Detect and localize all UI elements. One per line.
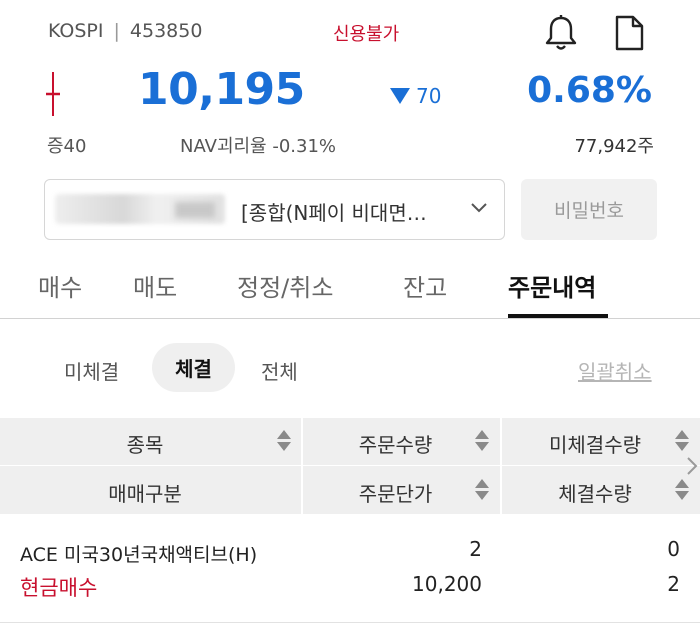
order-qty: 2 xyxy=(469,537,482,561)
tab-modify-cancel[interactable]: 정정/취소 xyxy=(237,268,333,303)
nav-deviation: NAV괴리율 -0.31% xyxy=(180,136,337,157)
sort-icon[interactable] xyxy=(475,430,489,454)
trade-type: 현금매수 xyxy=(20,576,98,600)
col-header-trade-type[interactable]: 매매구분 xyxy=(0,478,290,507)
table-header: 종목 주문수량 미체결수량 매매구분 주문단가 체결수량 xyxy=(0,418,700,514)
tab-sell[interactable]: 매도 xyxy=(133,268,177,303)
trade-volume: 77,942주 xyxy=(574,136,654,157)
header-row-divider xyxy=(0,465,700,466)
col-header-filled-qty[interactable]: 체결수량 xyxy=(502,478,688,507)
market-label: KOSPI xyxy=(48,20,104,42)
stock-market-code: KOSPI | 453850 xyxy=(48,20,202,42)
row-divider xyxy=(0,622,700,623)
masked-account-number-part xyxy=(175,202,215,218)
col-header-order-price[interactable]: 주문단가 xyxy=(303,478,488,507)
col-header-unfilled-qty[interactable]: 미체결수량 xyxy=(502,429,688,458)
account-selector[interactable]: [종합(N페이 비대면… xyxy=(44,179,505,240)
down-triangle-icon xyxy=(390,88,410,104)
sort-icon[interactable] xyxy=(675,430,689,454)
subtab-unfilled[interactable]: 미체결 xyxy=(64,356,119,385)
separator: | xyxy=(113,20,120,42)
change-percent: 0.68% xyxy=(527,70,652,111)
document-icon[interactable] xyxy=(612,14,646,52)
margin-rate: 증40 xyxy=(47,136,87,157)
price-change: 70 xyxy=(390,84,441,108)
bulk-cancel-link[interactable]: 일괄취소 xyxy=(578,356,652,385)
subtab-filled[interactable]: 체결 xyxy=(152,343,235,392)
bell-icon[interactable] xyxy=(543,14,579,52)
unfilled-qty: 0 xyxy=(667,537,680,561)
tab-balance[interactable]: 잔고 xyxy=(403,268,447,303)
current-price: 10,195 xyxy=(138,64,305,115)
sort-icon[interactable] xyxy=(675,479,689,503)
col-header-order-qty[interactable]: 주문수량 xyxy=(303,429,488,458)
tab-order-history[interactable]: 주문내역 xyxy=(508,268,596,303)
stock-name: ACE 미국30년국채액티브(H) xyxy=(20,544,258,566)
sort-icon[interactable] xyxy=(475,479,489,503)
tabs-divider xyxy=(0,318,700,319)
chevron-down-icon xyxy=(471,203,487,213)
col-header-stock[interactable]: 종목 xyxy=(0,429,290,458)
candle-icon xyxy=(46,72,60,116)
price-change-value: 70 xyxy=(416,84,442,108)
password-button[interactable]: 비밀번호 xyxy=(521,179,657,240)
order-price: 10,200 xyxy=(412,572,482,596)
chevron-right-icon[interactable] xyxy=(686,456,698,476)
credit-status: 신용불가 xyxy=(333,24,400,45)
tab-buy[interactable]: 매수 xyxy=(38,268,82,303)
stock-code: 453850 xyxy=(129,20,203,42)
account-name: [종합(N페이 비대면… xyxy=(241,201,427,225)
main-tabs: 매수 매도 정정/취소 잔고 주문내역 xyxy=(0,262,700,318)
subtab-all[interactable]: 전체 xyxy=(261,356,298,385)
filled-qty: 2 xyxy=(667,572,680,596)
sort-icon[interactable] xyxy=(277,430,291,454)
